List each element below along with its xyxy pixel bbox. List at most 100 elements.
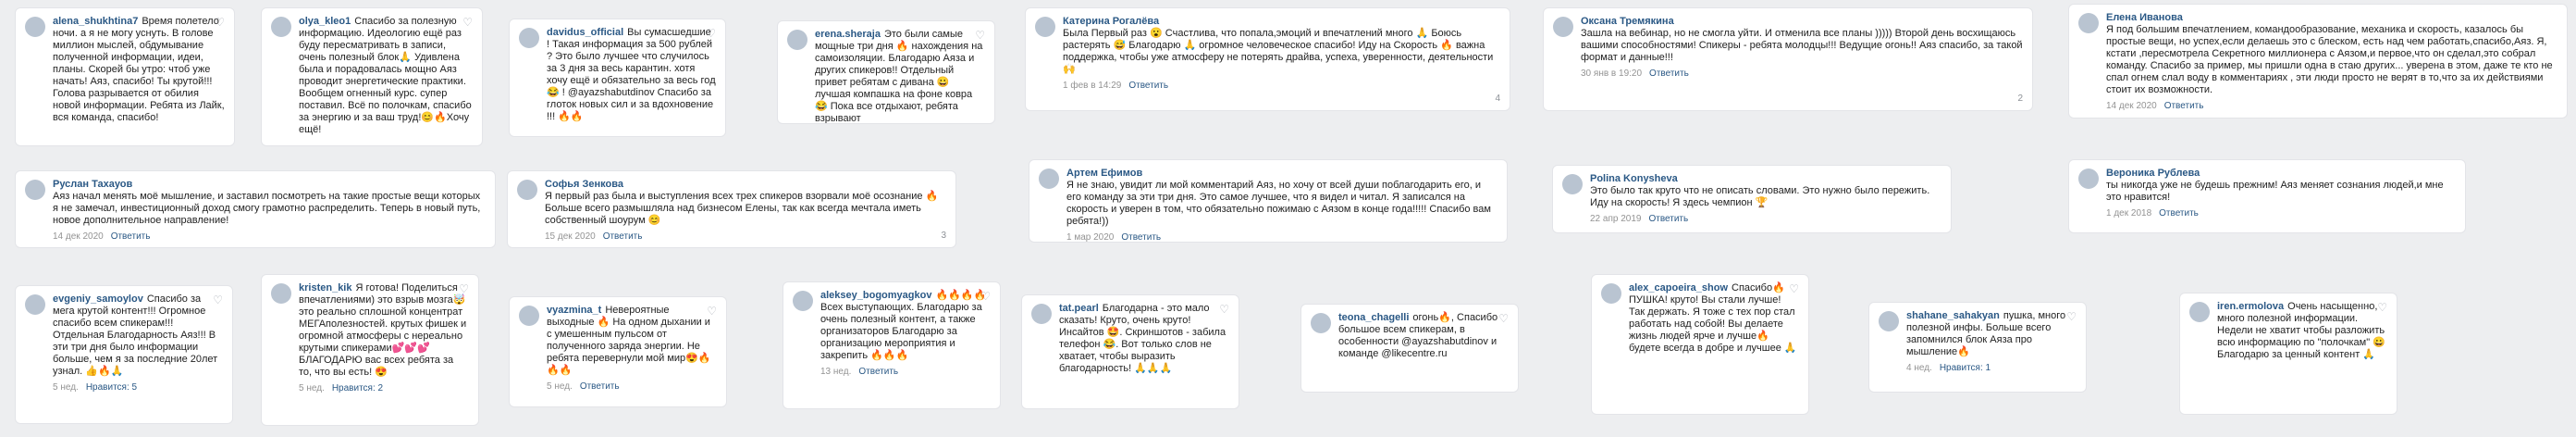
comment-text: Время полетело ночи. а я не могу уснуть.…	[53, 16, 225, 123]
comment-card: 3 Софья Зенкова Я первый раз была и высту…	[507, 170, 956, 248]
avatar[interactable]	[271, 283, 291, 304]
comment-date: 5 нед.	[299, 383, 325, 393]
avatar[interactable]	[1879, 311, 1899, 331]
avatar[interactable]	[2078, 13, 2099, 33]
comment-author[interactable]: erena.sheraja	[815, 29, 881, 40]
avatar[interactable]	[1035, 17, 1055, 37]
avatar[interactable]	[1031, 304, 1052, 324]
avatar[interactable]	[1039, 169, 1059, 189]
heart-icon[interactable]: ♡	[1219, 303, 1229, 316]
reply-link[interactable]: Ответить	[858, 366, 898, 378]
comment-author[interactable]: davidus_official	[547, 27, 623, 38]
comment-author[interactable]: Оксана Тремякина	[1581, 16, 2019, 28]
comment-body: tat.pearl Благодарна - это мало сказать! …	[1059, 303, 1229, 375]
comment-author[interactable]: tat.pearl	[1059, 303, 1099, 314]
heart-icon[interactable]: ♡	[215, 16, 225, 29]
comment-body: olya_kleo1 Спасибо за полезную информацию…	[299, 16, 473, 136]
comment-card: Руслан Тахауов Аяз начал менять моё мышле…	[15, 170, 496, 248]
comment-card: 2 Оксана Тремякина Зашла на вебинар, но н…	[1543, 7, 2033, 111]
comment-text: Это было так круто что не описать словам…	[1590, 185, 1930, 208]
comment-author[interactable]: aleksey_bogomyagkov	[820, 290, 931, 301]
comment-text: Зашла на вебинар, но не смогла уйти. И о…	[1581, 28, 2023, 63]
reply-link[interactable]: Ответить	[2159, 207, 2199, 219]
avatar[interactable]	[793, 291, 813, 311]
avatar[interactable]	[519, 28, 539, 48]
avatar[interactable]	[1553, 17, 1573, 37]
heart-icon[interactable]: ♡	[706, 27, 716, 40]
heart-icon[interactable]: ♡	[1789, 282, 1799, 295]
comment-author[interactable]: vyazmina_t	[547, 305, 601, 316]
comment-text: Была Первый раз 😮 Счастлива, что попала,…	[1063, 28, 1494, 75]
heart-icon[interactable]: ♡	[707, 305, 717, 318]
comment-author[interactable]: Елена Иванова	[2106, 12, 2554, 24]
comment-author[interactable]: Катерина Рогалёва	[1063, 16, 1497, 28]
avatar[interactable]	[787, 30, 807, 50]
comment-card: Артем Ефимов Я не знаю, увидит ли мой ком…	[1029, 159, 1508, 243]
comment-author[interactable]: alex_capoeira_show	[1629, 282, 1728, 293]
comment-author[interactable]: olya_kleo1	[299, 16, 351, 27]
heart-icon[interactable]: ♡	[459, 282, 469, 295]
comment-text: Это были самые мощные три дня 🔥 нахожден…	[815, 29, 983, 124]
avatar[interactable]	[2078, 169, 2099, 189]
heart-icon[interactable]: ♡	[462, 16, 473, 29]
comment-card: ♡ davidus_official Вы сумасшедшие ! Такая…	[509, 19, 726, 137]
likes-count: 3	[941, 231, 946, 241]
comment-author[interactable]: kristen_kik	[299, 282, 351, 293]
comment-author[interactable]: teona_chagelli	[1338, 312, 1409, 323]
comment-card: ♡ kristen_kik Я готова! Поделиться впечат…	[261, 274, 479, 426]
heart-icon[interactable]: ♡	[213, 293, 223, 306]
avatar[interactable]	[25, 294, 45, 315]
comment-author[interactable]: shahane_sahakyan	[1906, 310, 2000, 321]
avatar[interactable]	[25, 180, 45, 200]
comment-author[interactable]: Артем Ефимов	[1066, 168, 1494, 180]
reply-link[interactable]: Ответить	[1128, 80, 1168, 92]
comment-date: 15 дек 2020	[545, 231, 596, 242]
comment-author[interactable]: evgeniy_samoylov	[53, 293, 143, 305]
comment-date: 1 мар 2020	[1066, 232, 1115, 243]
avatar[interactable]	[271, 17, 291, 37]
reply-link[interactable]: Нравится: 2	[332, 382, 383, 394]
reply-link[interactable]: Нравится: 5	[86, 381, 137, 393]
avatar[interactable]	[2189, 302, 2210, 322]
comment-body: alex_capoeira_show Спасибо🔥 ПУШКА! круто!…	[1629, 282, 1799, 355]
comment-card: ♡ teona_chagelli огонь🔥, Спасибо большое …	[1300, 304, 1519, 393]
avatar[interactable]	[25, 17, 45, 37]
comment-text: Спасибо за полезную информацию. Идеологи…	[299, 16, 472, 135]
comment-author[interactable]: Polina Konysheva	[1590, 173, 1938, 185]
comment-body: aleksey_bogomyagkov 🔥🔥🔥🔥 Всех выступающих…	[820, 290, 991, 378]
reply-link[interactable]: Ответить	[1648, 213, 1688, 225]
reply-link[interactable]: Ответить	[2164, 100, 2204, 112]
comment-card: ♡ aleksey_bogomyagkov 🔥🔥🔥🔥 Всех выступающ…	[783, 281, 1001, 409]
comment-author[interactable]: Вероника Рублева	[2106, 168, 2452, 180]
reply-link[interactable]: Нравится: 1	[1940, 362, 1991, 374]
reply-link[interactable]: Ответить	[1649, 68, 1689, 80]
comment-author[interactable]: Софья Зенкова	[545, 179, 943, 191]
reply-link[interactable]: Ответить	[111, 231, 151, 243]
heart-icon[interactable]: ♡	[2066, 310, 2077, 323]
avatar[interactable]	[517, 180, 537, 200]
heart-icon[interactable]: ♡	[980, 290, 991, 303]
comment-card: ♡ shahane_sahakyan пушка, много полезной …	[1868, 302, 2087, 393]
comment-author[interactable]: alena_shukhtina7	[53, 16, 138, 27]
reply-link[interactable]: Ответить	[603, 231, 643, 243]
heart-icon[interactable]: ♡	[1498, 312, 1509, 325]
comment-text: Я не знаю, увидит ли мой комментарий Аяз…	[1066, 180, 1491, 227]
reply-link[interactable]: Ответить	[580, 381, 620, 393]
reply-link[interactable]: Ответить	[1121, 231, 1161, 242]
comment-text: Я готова! Поделиться впечатлениями) это …	[299, 282, 467, 378]
comment-body: Артем Ефимов Я не знаю, увидит ли мой ком…	[1066, 168, 1498, 243]
avatar[interactable]	[1311, 313, 1331, 333]
comment-author[interactable]: iren.ermolova	[2217, 301, 2284, 312]
heart-icon[interactable]: ♡	[2377, 301, 2387, 314]
comment-card: ♡ tat.pearl Благодарна - это мало сказать…	[1021, 294, 1239, 409]
more-options-icon[interactable]: ···	[2360, 299, 2371, 312]
avatar[interactable]	[1601, 283, 1621, 304]
comment-author[interactable]: Руслан Тахауов	[53, 179, 482, 191]
avatar[interactable]	[1562, 174, 1583, 194]
comment-body: Софья Зенкова Я первый раз была и выступл…	[545, 179, 946, 243]
avatar[interactable]	[519, 306, 539, 326]
comment-text: Аяз начал менять моё мышление, и застави…	[53, 191, 481, 226]
heart-icon[interactable]: ♡	[975, 29, 985, 42]
comment-card: ♡ vyazmina_t Невероятные выходные 🔥 На од…	[509, 296, 727, 407]
comment-card: Елена Иванова Я под большим впечатлением,…	[2068, 4, 2568, 119]
